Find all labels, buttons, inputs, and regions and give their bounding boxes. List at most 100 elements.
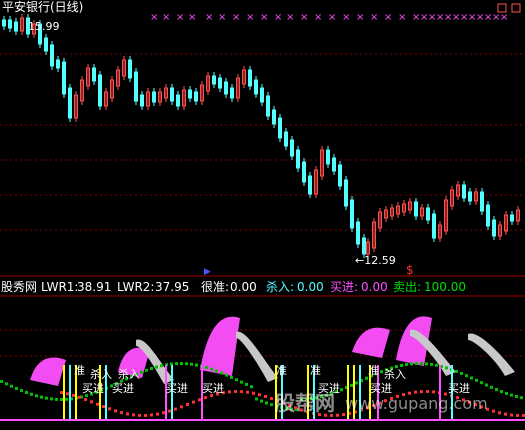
sell-marker-x: ×: [286, 12, 294, 23]
sell-marker-x: ×: [246, 12, 254, 23]
candle-body: [510, 214, 514, 222]
high-price-label: 15.99: [28, 20, 60, 33]
signal-label: 买进: [370, 382, 392, 395]
candle-body: [98, 74, 102, 107]
sell-marker: $: [406, 263, 414, 277]
green-dot: [25, 391, 28, 395]
green-dot: [40, 395, 43, 399]
green-dot: [45, 396, 48, 400]
chart-canvas: × × × × × × × × × × × × × × × × × × × × × × × × × × × × × × ×▶: [0, 3, 525, 421]
red-dot: [420, 390, 423, 394]
candle-body: [414, 201, 418, 217]
red-dot: [132, 413, 135, 417]
green-dot: [350, 383, 353, 387]
signal-label: 买进: [166, 382, 188, 395]
red-dot: [240, 390, 243, 394]
green-dot: [0, 380, 3, 383]
green-dot: [490, 385, 493, 389]
sell-marker-x: ×: [150, 12, 158, 23]
candle-body: [486, 204, 490, 227]
candle-body: [230, 87, 234, 99]
red-dot: [342, 413, 345, 417]
sell-marker-x: ×: [260, 12, 268, 23]
green-dot: [65, 397, 68, 401]
green-dot: [10, 384, 13, 388]
sell-marker-x: ×: [384, 12, 392, 23]
green-dot: [405, 363, 408, 367]
sell-marker-x: ×: [370, 12, 378, 23]
red-dot: [510, 413, 513, 417]
candle-body: [212, 75, 216, 85]
sell-marker-x: ×: [232, 12, 240, 23]
lwr2-value: 37.95: [155, 280, 190, 294]
candle-body: [284, 131, 288, 147]
candle-body: [290, 139, 294, 157]
red-dot: [162, 411, 165, 415]
chart-window: × × × × × × × × × × × × × × × × × × × × × × × × × × × × × × × ▶ 平安银行(日线…: [0, 0, 525, 426]
green-dot: [235, 378, 238, 382]
sell-marker-x: ×: [274, 12, 282, 23]
candle-body: [2, 19, 6, 27]
red-dot: [204, 396, 207, 400]
red-dot: [198, 398, 201, 402]
candle-body: [92, 67, 96, 82]
green-dot: [190, 362, 193, 366]
sell-marker-x: ×: [342, 12, 350, 23]
candle-body: [356, 221, 360, 245]
chart-title: 平安银行(日线): [2, 0, 84, 14]
green-dot: [15, 386, 18, 390]
green-dot: [30, 392, 33, 396]
red-dot: [228, 390, 231, 394]
signal-label: 买进: [318, 382, 340, 395]
sell-marker-x: ×: [398, 12, 406, 23]
green-dot: [380, 370, 383, 374]
sell-marker-x: ×: [500, 12, 508, 23]
red-dot: [258, 393, 261, 397]
candle-body: [426, 207, 430, 221]
sharu-value: 0.00: [297, 280, 324, 294]
candle-body: [362, 237, 366, 255]
candle-body: [50, 44, 54, 67]
watermark-url: www.gupang.com: [345, 394, 488, 413]
candle-body: [480, 191, 484, 212]
lwr1-value: 38.91: [77, 280, 112, 294]
maijin-value: 0.00: [361, 280, 388, 294]
lwr2-label: LWR2:: [117, 280, 155, 294]
candle-body: [218, 77, 222, 89]
red-dot: [108, 407, 111, 411]
green-dot: [35, 394, 38, 398]
green-dot: [430, 362, 433, 366]
red-dot: [432, 390, 435, 394]
sell-marker-x: ×: [188, 12, 196, 23]
green-dot: [60, 397, 63, 401]
candle-body: [140, 94, 144, 107]
red-dot: [252, 391, 255, 395]
red-dot: [336, 413, 339, 417]
red-dot: [426, 390, 429, 394]
green-dot: [245, 382, 248, 386]
green-dot: [340, 388, 343, 392]
signal-label: 买进: [112, 382, 134, 395]
signal-label: 买进: [448, 382, 470, 395]
candle-body: [326, 149, 330, 165]
candle-body: [248, 69, 252, 87]
lwr-area-pink: [30, 357, 66, 386]
green-dot: [400, 363, 403, 367]
candle-body: [302, 161, 306, 183]
signal-label: 准: [74, 364, 85, 377]
green-dot: [140, 370, 143, 374]
red-dot: [234, 390, 237, 394]
red-dot: [504, 412, 507, 416]
red-dot: [144, 413, 147, 417]
green-dot: [475, 378, 478, 382]
green-dot: [50, 397, 53, 401]
red-dot: [90, 400, 93, 404]
green-dot: [480, 381, 483, 385]
green-dot: [210, 367, 213, 371]
maichu-value: 100.00: [424, 280, 466, 294]
henzhun-label: 很准:: [201, 280, 230, 294]
candle-body: [468, 191, 472, 202]
red-dot: [192, 400, 195, 404]
candle-body: [260, 87, 264, 103]
candle-body: [338, 164, 342, 187]
